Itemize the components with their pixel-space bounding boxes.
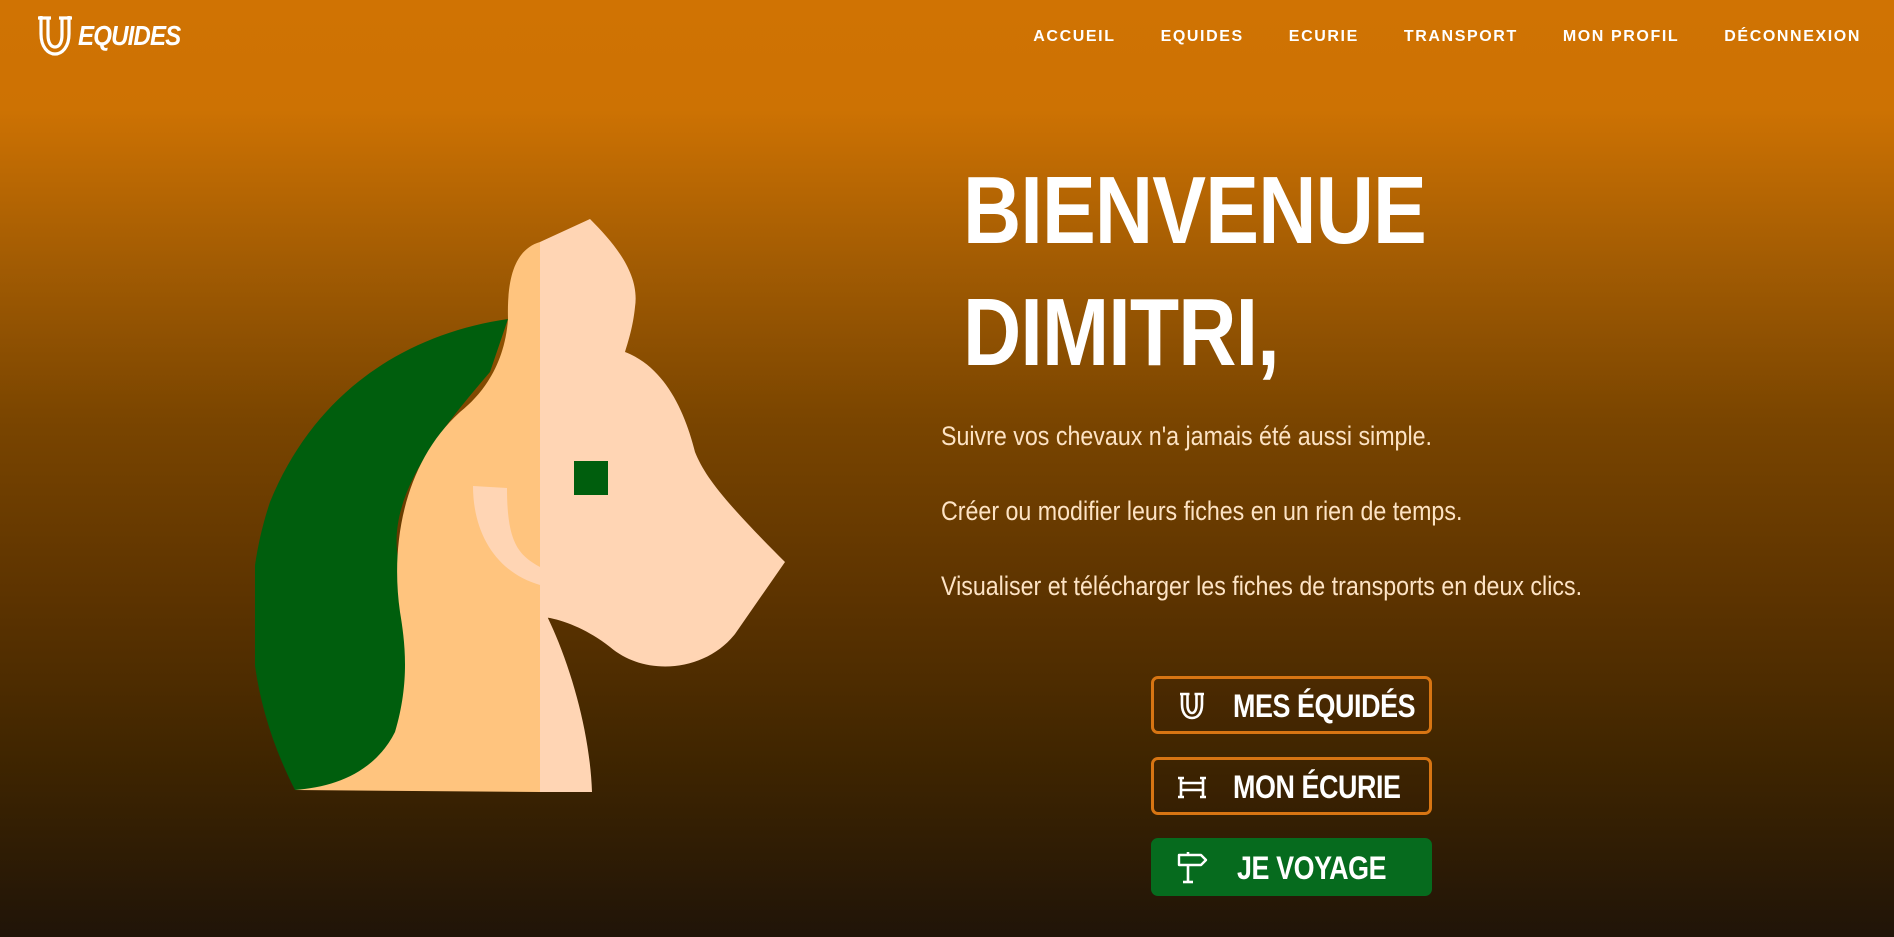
welcome-title-line2: DIMITRI, (963, 279, 1280, 386)
je-voyage-label: JE VOYAGE (1237, 850, 1387, 886)
horse-face (540, 219, 785, 792)
welcome-title: BIENVENUE DIMITRI, (963, 150, 1427, 394)
mon-ecurie-button[interactable]: MON ÉCURIE (1151, 757, 1432, 815)
nav-item-transport[interactable]: TRANSPORT (1404, 26, 1518, 48)
nav-item-deconnexion[interactable]: DÉCONNEXION (1724, 26, 1861, 48)
main-navigation: ACCUEIL EQUIDES ECURIE TRANSPORT MON PRO… (1033, 26, 1861, 48)
nav-item-accueil[interactable]: ACCUEIL (1033, 26, 1115, 48)
tagline-transport: Visualiser et télécharger les fiches de … (941, 571, 1583, 601)
nav-item-ecurie[interactable]: ECURIE (1289, 26, 1359, 48)
signpost-icon (1177, 852, 1208, 884)
welcome-title-line1: BIENVENUE (963, 157, 1427, 264)
nav-item-equides[interactable]: EQUIDES (1161, 26, 1244, 48)
mes-equides-label: MES ÉQUIDÉS (1233, 688, 1416, 724)
je-voyage-button[interactable]: JE VOYAGE (1151, 838, 1432, 896)
mon-ecurie-label: MON ÉCURIE (1233, 769, 1401, 805)
nav-item-mon-profil[interactable]: MON PROFIL (1563, 26, 1679, 48)
tagline-follow: Suivre vos chevaux n'a jamais été aussi … (941, 421, 1432, 451)
horseshoe-icon (38, 16, 72, 56)
mes-equides-button[interactable]: MES ÉQUIDÉS (1151, 676, 1432, 734)
horse-eye (574, 461, 608, 495)
brand-name: EQUIDES (78, 20, 181, 51)
horse-head-illustration (255, 219, 785, 792)
tagline-create: Créer ou modifier leurs fiches en un rie… (941, 496, 1463, 526)
brand-logo-link[interactable]: EQUIDES (36, 14, 197, 58)
horseshoe-icon (1180, 692, 1204, 720)
fence-icon (1178, 776, 1206, 799)
